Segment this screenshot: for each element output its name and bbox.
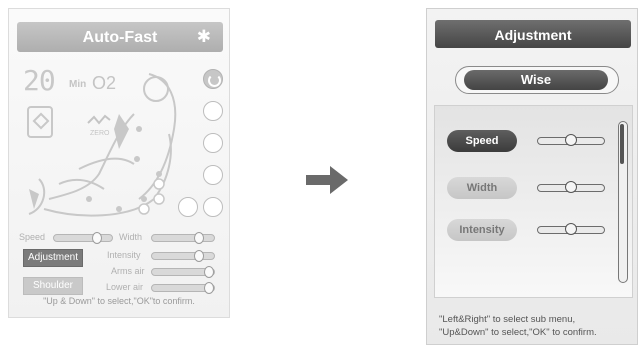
shoulder-button[interactable]: Shoulder xyxy=(23,277,83,295)
intensity-button[interactable]: Intensity xyxy=(447,219,517,241)
mode-circle-button-5[interactable] xyxy=(203,197,223,217)
width-label: Width xyxy=(119,232,143,242)
right-hint-line-2: "Up&Down" to select,"OK" to confirm. xyxy=(439,327,597,338)
mode-wise-button[interactable]: Wise xyxy=(464,70,608,90)
width-slider-knob[interactable] xyxy=(565,181,577,193)
speed-label: Speed xyxy=(19,232,46,242)
speed-button[interactable]: Speed xyxy=(447,130,517,152)
intensity-slider[interactable] xyxy=(537,223,605,235)
right-title: Adjustment xyxy=(494,27,572,43)
scrollbar-thumb[interactable] xyxy=(620,124,624,164)
adjustment-button[interactable]: Adjustment xyxy=(23,249,83,267)
mode-selector[interactable]: Wise xyxy=(455,66,619,94)
lower-air-label: Lower air xyxy=(106,282,144,292)
intensity-label: Intensity xyxy=(107,250,141,260)
intensity-slider-knob[interactable] xyxy=(565,223,577,235)
speed-slider[interactable] xyxy=(53,232,113,244)
right-hint-line-1: "Left&Right" to select sub menu, xyxy=(439,314,576,325)
right-arrow-icon xyxy=(306,166,348,194)
adjustment-screen: Adjustment Wise Speed Width Intensity "L… xyxy=(426,8,638,345)
left-title: Auto-Fast xyxy=(82,29,158,46)
width-slider[interactable] xyxy=(537,181,605,193)
arms-air-label: Arms air xyxy=(111,266,145,276)
massage-chair-figure xyxy=(28,73,177,217)
speed-slider-knob[interactable] xyxy=(565,134,577,146)
arms-air-slider[interactable] xyxy=(151,266,215,278)
scrollbar[interactable] xyxy=(618,121,628,283)
mode-circle-button-6[interactable] xyxy=(178,197,198,217)
mode-circle-button-3[interactable] xyxy=(203,133,223,153)
lower-air-slider[interactable] xyxy=(151,282,215,294)
auto-fast-screen: Auto-Fast ✱ 20 Min O2 ZERO Speed Width A… xyxy=(8,8,230,318)
right-hint: "Left&Right" to select sub menu, "Up&Dow… xyxy=(439,313,597,339)
mode-circle-button-4[interactable] xyxy=(203,165,223,185)
adjustment-list: Speed Width Intensity xyxy=(434,105,633,298)
width-button[interactable]: Width xyxy=(447,177,517,199)
intensity-slider[interactable] xyxy=(151,250,215,262)
mode-circle-button-2[interactable] xyxy=(203,101,223,121)
right-title-bar: Adjustment xyxy=(435,20,631,48)
bluetooth-icon: ✱ xyxy=(196,27,211,46)
left-title-bar: Auto-Fast ✱ xyxy=(17,22,223,52)
speed-slider[interactable] xyxy=(537,134,605,146)
mode-circle-button-1[interactable] xyxy=(203,69,223,89)
width-slider[interactable] xyxy=(151,232,215,244)
left-hint: "Up & Down" to select,"OK"to confirm. xyxy=(43,296,195,306)
